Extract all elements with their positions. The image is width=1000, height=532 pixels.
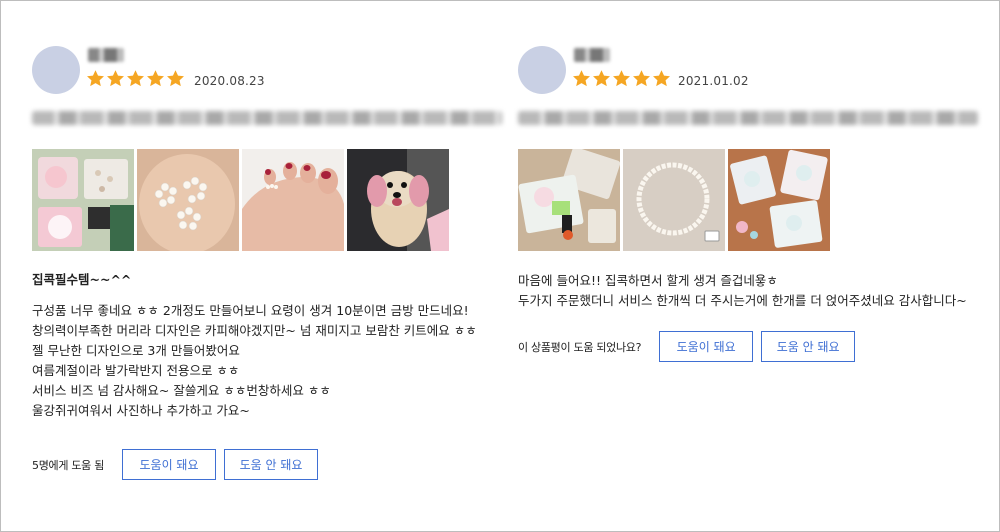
star-icon bbox=[147, 70, 164, 87]
review-text: 마음에 들어요!! 집콕하면서 할게 생겨 즐겁네욯ㅎ 두가지 주문했더니 서비… bbox=[518, 271, 967, 311]
reviewer-name-blurred: x bbox=[88, 48, 124, 62]
review-photo-bead-packets[interactable] bbox=[728, 149, 830, 251]
reviewer-name-blurred: x bbox=[574, 48, 610, 62]
review-title: 집콕필수템~~^^ bbox=[32, 272, 132, 287]
star-icon bbox=[573, 70, 590, 87]
review-panel: x 2020.08.23 x bbox=[0, 0, 1000, 532]
review-text-line: 서비스 비즈 넘 감사해요~ 잘쓸게요 ㅎㅎ번창하세요 ㅎㅎ bbox=[32, 383, 331, 398]
product-option-blurred: x bbox=[32, 111, 502, 125]
star-icon bbox=[167, 70, 184, 87]
review-photos bbox=[32, 149, 449, 251]
helpful-row: 5명에게 도움 됨 도움이 돼요 도움 안 돼요 bbox=[32, 449, 319, 480]
review-photo-kit-package[interactable] bbox=[32, 149, 134, 251]
review-photo-toe-ring[interactable] bbox=[242, 149, 344, 251]
review-photo-pearl-necklace[interactable] bbox=[623, 149, 725, 251]
review-photo-puppy[interactable] bbox=[347, 149, 449, 251]
review-date: 2020.08.23 bbox=[194, 74, 265, 88]
helpful-button[interactable]: 도움이 돼요 bbox=[122, 449, 217, 480]
review-text-line: 두가지 주문했더니 서비스 한개씩 더 주시는거에 한개를 더 얹어주셨네요 감… bbox=[518, 293, 967, 308]
helpful-button[interactable]: 도움이 돼요 bbox=[659, 331, 754, 362]
review-text-line: 젤 무난한 디자인으로 3개 만들어봤어요 bbox=[32, 343, 240, 358]
helpful-count: 5명에게 도움 됨 bbox=[32, 458, 105, 472]
review-photos bbox=[518, 149, 830, 251]
avatar bbox=[518, 46, 566, 94]
review-text-line: 울강쥐귀여워서 사진하나 추가하고 가요~ bbox=[32, 403, 250, 418]
star-icon bbox=[107, 70, 124, 87]
review-text-line: 구성품 너무 좋네요 ㅎㅎ 2개정도 만들어보니 요령이 생겨 10분이면 금방… bbox=[32, 303, 469, 318]
review-text-line: 마음에 들어요!! 집콕하면서 할게 생겨 즐겁네욯ㅎ bbox=[518, 273, 778, 288]
avatar bbox=[32, 46, 80, 94]
review-text-line: 창의력이부족한 머리라 디자인은 카피해야겠지만~ 넘 재미지고 보람찬 키트에… bbox=[32, 323, 477, 338]
review-date: 2021.01.02 bbox=[678, 74, 749, 88]
star-icon bbox=[127, 70, 144, 87]
star-rating bbox=[86, 69, 185, 88]
review-photo-kit-contents[interactable] bbox=[518, 149, 620, 251]
helpful-question: 이 상품평이 도움 되었나요? bbox=[518, 340, 642, 354]
star-icon bbox=[633, 70, 650, 87]
product-option-blurred: x bbox=[518, 111, 978, 125]
not-helpful-button[interactable]: 도움 안 돼요 bbox=[761, 331, 856, 362]
not-helpful-button[interactable]: 도움 안 돼요 bbox=[224, 449, 319, 480]
star-rating bbox=[572, 69, 671, 88]
star-icon bbox=[613, 70, 630, 87]
star-icon bbox=[87, 70, 104, 87]
star-icon bbox=[653, 70, 670, 87]
review-text: 구성품 너무 좋네요 ㅎㅎ 2개정도 만들어보니 요령이 생겨 10분이면 금방… bbox=[32, 301, 477, 421]
review-text-line: 여름계절이라 발가락반지 전용으로 ㅎㅎ bbox=[32, 363, 240, 378]
star-icon bbox=[593, 70, 610, 87]
review-photo-pearl-rings[interactable] bbox=[137, 149, 239, 251]
helpful-row: 이 상품평이 도움 되었나요? 도움이 돼요 도움 안 돼요 bbox=[518, 331, 856, 362]
